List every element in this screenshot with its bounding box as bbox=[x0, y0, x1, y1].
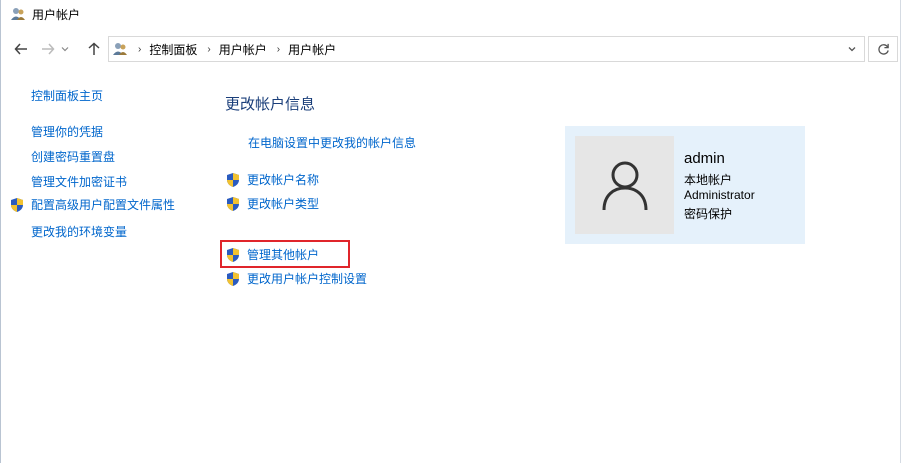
breadcrumb-user-accounts[interactable]: 用户帐户 bbox=[219, 41, 267, 58]
arrow-up-icon bbox=[88, 42, 100, 55]
chevron-right-icon[interactable]: › bbox=[207, 44, 210, 55]
forward-button[interactable] bbox=[37, 37, 59, 61]
uac-shield-icon bbox=[227, 271, 239, 286]
user-accounts-window: 用户帐户 › 控制面板 › 用户帐户 › 用户帐户 控制面板主页 管理你的凭据 … bbox=[0, 0, 901, 463]
chevron-down-icon bbox=[848, 47, 856, 52]
manage-encryption-certificates-link[interactable]: 管理文件加密证书 bbox=[31, 173, 127, 190]
advanced-profile-properties-item[interactable]: 配置高级用户配置文件属性 bbox=[9, 196, 175, 213]
change-account-name-link[interactable]: 更改帐户名称 bbox=[247, 171, 319, 188]
change-account-type-link[interactable]: 更改帐户类型 bbox=[247, 195, 319, 212]
refresh-icon bbox=[877, 43, 889, 55]
control-panel-home-link[interactable]: 控制面板主页 bbox=[31, 87, 103, 104]
chevron-down-icon bbox=[61, 47, 69, 52]
change-account-name-item[interactable]: 更改帐户名称 bbox=[225, 171, 319, 188]
account-name: admin bbox=[684, 150, 725, 167]
uac-settings-item[interactable]: 更改用户帐户控制设置 bbox=[225, 270, 367, 287]
recent-locations-button[interactable] bbox=[58, 37, 72, 61]
chevron-right-icon[interactable]: › bbox=[277, 44, 280, 55]
address-dropdown-button[interactable] bbox=[840, 37, 864, 61]
uac-shield-icon bbox=[11, 197, 23, 212]
chevron-right-icon[interactable]: › bbox=[138, 44, 141, 55]
breadcrumb-user-accounts-current[interactable]: 用户帐户 bbox=[288, 41, 336, 58]
change-account-type-item[interactable]: 更改帐户类型 bbox=[225, 195, 319, 212]
arrow-right-icon bbox=[42, 43, 55, 55]
uac-shield-icon bbox=[227, 196, 239, 211]
account-type: 本地帐户 bbox=[684, 173, 733, 187]
avatar bbox=[575, 136, 674, 234]
page-title: 更改帐户信息 bbox=[225, 96, 316, 113]
title-bar: 用户帐户 bbox=[1, 0, 900, 28]
uac-shield-icon bbox=[227, 247, 239, 262]
navigation-bar: › 控制面板 › 用户帐户 › 用户帐户 bbox=[1, 34, 900, 64]
account-group: Administrator bbox=[684, 188, 755, 202]
up-button[interactable] bbox=[83, 37, 105, 61]
window-title: 用户帐户 bbox=[32, 7, 81, 22]
address-bar[interactable]: › 控制面板 › 用户帐户 › 用户帐户 bbox=[108, 36, 865, 62]
change-environment-variables-link[interactable]: 更改我的环境变量 bbox=[31, 223, 127, 240]
account-password-status: 密码保护 bbox=[684, 207, 733, 221]
user-accounts-icon bbox=[113, 43, 127, 55]
user-icon bbox=[602, 161, 647, 211]
user-accounts-icon bbox=[11, 8, 25, 20]
arrow-left-icon bbox=[14, 43, 27, 55]
account-card: admin 本地帐户 Administrator 密码保护 bbox=[565, 126, 805, 244]
breadcrumb-control-panel[interactable]: 控制面板 bbox=[149, 41, 197, 58]
create-password-reset-disk-link[interactable]: 创建密码重置盘 bbox=[31, 148, 115, 165]
back-button[interactable] bbox=[10, 37, 32, 61]
pc-settings-link[interactable]: 在电脑设置中更改我的帐户信息 bbox=[248, 134, 416, 151]
refresh-button[interactable] bbox=[868, 36, 898, 62]
uac-shield-icon bbox=[227, 172, 239, 187]
manage-credentials-link[interactable]: 管理你的凭据 bbox=[31, 123, 103, 140]
advanced-profile-properties-link[interactable]: 配置高级用户配置文件属性 bbox=[31, 196, 175, 213]
manage-other-accounts-item[interactable]: 管理其他帐户 bbox=[225, 246, 319, 263]
manage-other-accounts-link[interactable]: 管理其他帐户 bbox=[247, 246, 319, 263]
uac-settings-link[interactable]: 更改用户帐户控制设置 bbox=[247, 270, 367, 287]
